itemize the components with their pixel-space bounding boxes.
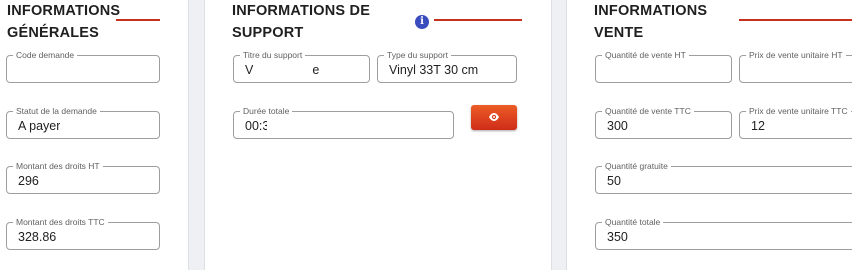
duree-totale-field[interactable]: Durée totale 00:3 xyxy=(233,105,454,139)
montant-ht-label: Montant des droits HT xyxy=(13,160,103,172)
statut-demande-field[interactable]: Statut de la demande A payer xyxy=(6,105,160,139)
vente-info-panel: INFORMATIONS VENTE Quantité de vente HT … xyxy=(566,0,852,270)
qte-vente-ht-label: Quantité de vente HT xyxy=(602,49,689,61)
prix-unitaire-ttc-label: Prix de vente unitaire TTC xyxy=(746,105,851,117)
statut-demande-label: Statut de la demande xyxy=(13,105,100,117)
qte-gratuite-label: Quantité gratuite xyxy=(602,160,671,172)
montant-ttc-field[interactable]: Montant des droits TTC 328.86 xyxy=(6,216,160,250)
title-underline xyxy=(434,19,522,21)
qte-vente-ht-field[interactable]: Quantité de vente HT xyxy=(595,49,732,83)
code-demande-field[interactable]: Code demande xyxy=(6,49,160,83)
qte-totale-label: Quantité totale xyxy=(602,216,664,228)
code-demande-label: Code demande xyxy=(13,49,78,61)
view-button[interactable] xyxy=(471,105,517,130)
qte-vente-ttc-field[interactable]: Quantité de vente TTC 300 xyxy=(595,105,732,139)
general-title-line1: INFORMATIONS xyxy=(7,3,121,19)
title-underline xyxy=(116,19,160,21)
support-title-line2: SUPPORT xyxy=(232,25,304,41)
general-info-panel: INFORMATIONS GÉNÉRALES Code demande Stat… xyxy=(0,0,189,270)
prix-unitaire-ht-field[interactable]: Prix de vente unitaire HT xyxy=(739,49,852,83)
support-info-panel: INFORMATIONS DE SUPPORT i Titre du suppo… xyxy=(204,0,552,270)
qte-vente-ttc-label: Quantité de vente TTC xyxy=(602,105,694,117)
type-support-field[interactable]: Type du support Vinyl 33T 30 cm xyxy=(377,49,517,83)
montant-ttc-label: Montant des droits TTC xyxy=(13,216,108,228)
vente-title-line2: VENTE xyxy=(594,25,644,41)
qte-totale-field[interactable]: Quantité totale 350 xyxy=(595,216,852,250)
type-support-label: Type du support xyxy=(384,49,451,61)
prix-unitaire-ttc-field[interactable]: Prix de vente unitaire TTC 12 xyxy=(739,105,852,139)
qte-gratuite-value: 50 xyxy=(607,174,621,188)
montant-ht-value: 296 xyxy=(18,174,39,188)
title-underline xyxy=(739,19,852,21)
duree-totale-label: Durée totale xyxy=(240,105,293,117)
qte-totale-value: 350 xyxy=(607,230,628,244)
vente-title-line1: INFORMATIONS xyxy=(594,3,708,19)
titre-support-field[interactable]: Titre du support V e xyxy=(233,49,370,83)
montant-ttc-value: 328.86 xyxy=(18,230,57,244)
qte-gratuite-field[interactable]: Quantité gratuite 50 xyxy=(595,160,852,194)
titre-support-label: Titre du support xyxy=(240,49,306,61)
titre-support-value: V e xyxy=(245,63,320,77)
eye-icon xyxy=(489,113,499,121)
duree-totale-value: 00:3 xyxy=(245,119,267,133)
prix-unitaire-ht-label: Prix de vente unitaire HT xyxy=(746,49,846,61)
info-icon[interactable]: i xyxy=(415,15,429,29)
support-title-line1: INFORMATIONS DE xyxy=(232,3,371,19)
general-title-line2: GÉNÉRALES xyxy=(7,25,100,41)
type-support-value: Vinyl 33T 30 cm xyxy=(389,63,479,77)
montant-ht-field[interactable]: Montant des droits HT 296 xyxy=(6,160,160,194)
prix-unitaire-ttc-value: 12 xyxy=(751,119,765,133)
qte-vente-ttc-value: 300 xyxy=(607,119,628,133)
statut-demande-value: A payer xyxy=(18,119,61,133)
